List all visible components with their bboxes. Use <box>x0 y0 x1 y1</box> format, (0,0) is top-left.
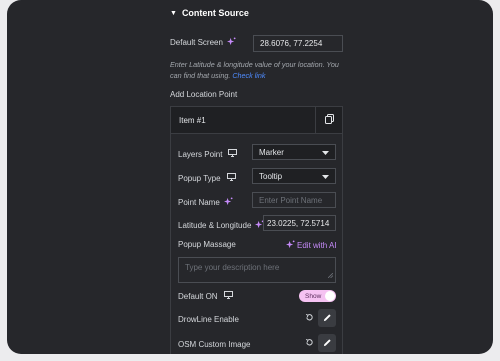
textarea-placeholder: Type your description here <box>185 263 280 272</box>
layers-point-label: Layers Point <box>178 149 223 159</box>
default-screen-label: Default Screen <box>170 38 223 47</box>
point-name-row: Point Name <box>178 197 233 208</box>
check-link[interactable]: Check link <box>232 71 265 80</box>
osm-image-label: OSM Custom Image <box>178 340 251 349</box>
location-point-item: Item #1 Layers Point Marker Popup Type T… <box>170 106 343 354</box>
point-name-label: Point Name <box>178 198 220 207</box>
default-on-label: Default ON <box>178 291 218 301</box>
caret-down-icon: ▼ <box>170 9 177 17</box>
default-screen-input[interactable] <box>253 35 343 52</box>
edit-with-ai-label: Edit with AI <box>297 241 337 250</box>
screen-background: ▼ Content Source Default Screen Enter La… <box>0 0 500 361</box>
section-header[interactable]: ▼ Content Source <box>170 8 249 18</box>
toggle-label: Show <box>305 292 322 300</box>
point-name-input[interactable] <box>252 192 336 208</box>
monitor-icon[interactable] <box>223 291 233 301</box>
osm-image-edit-button[interactable] <box>318 334 336 352</box>
chevron-down-icon <box>322 172 329 181</box>
lat-long-row: Latitude & Longitude <box>178 220 264 231</box>
ai-sparkle-icon <box>286 240 295 251</box>
popup-type-label: Popup Type <box>178 173 221 183</box>
add-location-title: Add Location Point <box>170 90 238 99</box>
edit-with-ai-button[interactable]: Edit with AI <box>286 240 337 251</box>
layers-point-value: Marker <box>259 147 284 157</box>
popup-message-textarea[interactable]: Type your description here <box>178 257 336 283</box>
layers-point-select[interactable]: Marker <box>252 144 336 160</box>
item-header[interactable]: Item #1 <box>171 107 342 134</box>
popup-type-select[interactable]: Tooltip <box>252 168 336 184</box>
pencil-icon <box>323 338 332 349</box>
location-help-text: Enter Latitude & longitude value of your… <box>170 59 350 81</box>
pencil-icon <box>323 313 332 324</box>
lat-long-input[interactable] <box>263 215 336 231</box>
duplicate-button[interactable] <box>315 107 343 133</box>
settings-panel: ▼ Content Source Default Screen Enter La… <box>7 0 493 354</box>
popup-type-row: Popup Type <box>178 173 236 183</box>
chevron-down-icon <box>322 148 329 157</box>
default-on-toggle[interactable]: Show <box>299 290 336 302</box>
reset-icon[interactable] <box>305 338 314 349</box>
resize-handle-icon[interactable] <box>327 271 334 280</box>
monitor-icon[interactable] <box>226 173 236 183</box>
lat-long-label: Latitude & Longitude <box>178 221 252 230</box>
item-title: Item #1 <box>179 116 206 125</box>
popup-message-label: Popup Massage <box>178 240 236 249</box>
copy-icon <box>325 114 334 126</box>
default-on-row: Default ON <box>178 291 233 301</box>
ai-sparkle-icon[interactable] <box>226 37 236 48</box>
layers-point-row: Layers Point <box>178 149 238 159</box>
popup-message-row: Popup Massage <box>178 240 236 249</box>
default-screen-row: Default Screen <box>170 37 236 48</box>
reset-icon[interactable] <box>305 313 314 324</box>
osm-image-row: OSM Custom Image <box>178 340 250 349</box>
drowline-edit-button[interactable] <box>318 309 336 327</box>
ai-sparkle-icon[interactable] <box>223 197 233 208</box>
section-title: Content Source <box>181 8 249 18</box>
toggle-knob <box>325 291 335 301</box>
drowline-row: DrowLine Enable <box>178 315 239 324</box>
monitor-icon[interactable] <box>228 149 238 159</box>
drowline-label: DrowLine Enable <box>178 315 239 324</box>
popup-type-value: Tooltip <box>259 171 283 181</box>
